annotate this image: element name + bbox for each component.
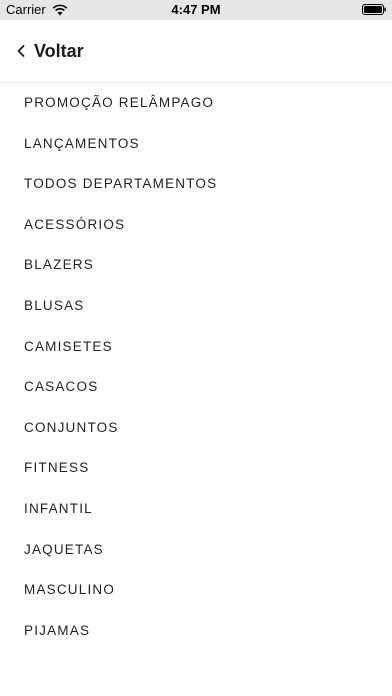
- menu-item-promocao-relampago[interactable]: PROMOÇÃO RELÂMPAGO: [0, 83, 392, 124]
- menu-item-lancamentos[interactable]: LANÇAMENTOS: [0, 124, 392, 165]
- menu-item-infantil[interactable]: INFANTIL: [0, 489, 392, 530]
- menu-item-conjuntos[interactable]: CONJUNTOS: [0, 408, 392, 449]
- menu-item-pijamas[interactable]: PIJAMAS: [0, 611, 392, 652]
- status-time: 4:47 PM: [171, 2, 221, 17]
- back-button[interactable]: Voltar: [16, 39, 84, 63]
- battery-icon: [362, 4, 386, 15]
- chevron-left-icon: [17, 45, 25, 57]
- menu-item-masculino[interactable]: MASCULINO: [0, 570, 392, 611]
- menu-item-jaquetas[interactable]: JAQUETAS: [0, 530, 392, 571]
- menu-item-camisetes[interactable]: CAMISETES: [0, 327, 392, 368]
- navigation-bar: Voltar: [0, 20, 392, 83]
- menu-item-fitness[interactable]: FITNESS: [0, 448, 392, 489]
- menu-item-todos-departamentos[interactable]: TODOS DEPARTAMENTOS: [0, 164, 392, 205]
- category-menu: PROMOÇÃO RELÂMPAGO LANÇAMENTOS TODOS DEP…: [0, 83, 392, 651]
- menu-item-blusas[interactable]: BLUSAS: [0, 286, 392, 327]
- status-bar: Carrier 4:47 PM: [0, 0, 392, 20]
- menu-item-blazers[interactable]: BLAZERS: [0, 245, 392, 286]
- back-label: Voltar: [34, 40, 84, 61]
- menu-item-acessorios[interactable]: ACESSÓRIOS: [0, 205, 392, 246]
- menu-item-casacos[interactable]: CASACOS: [0, 367, 392, 408]
